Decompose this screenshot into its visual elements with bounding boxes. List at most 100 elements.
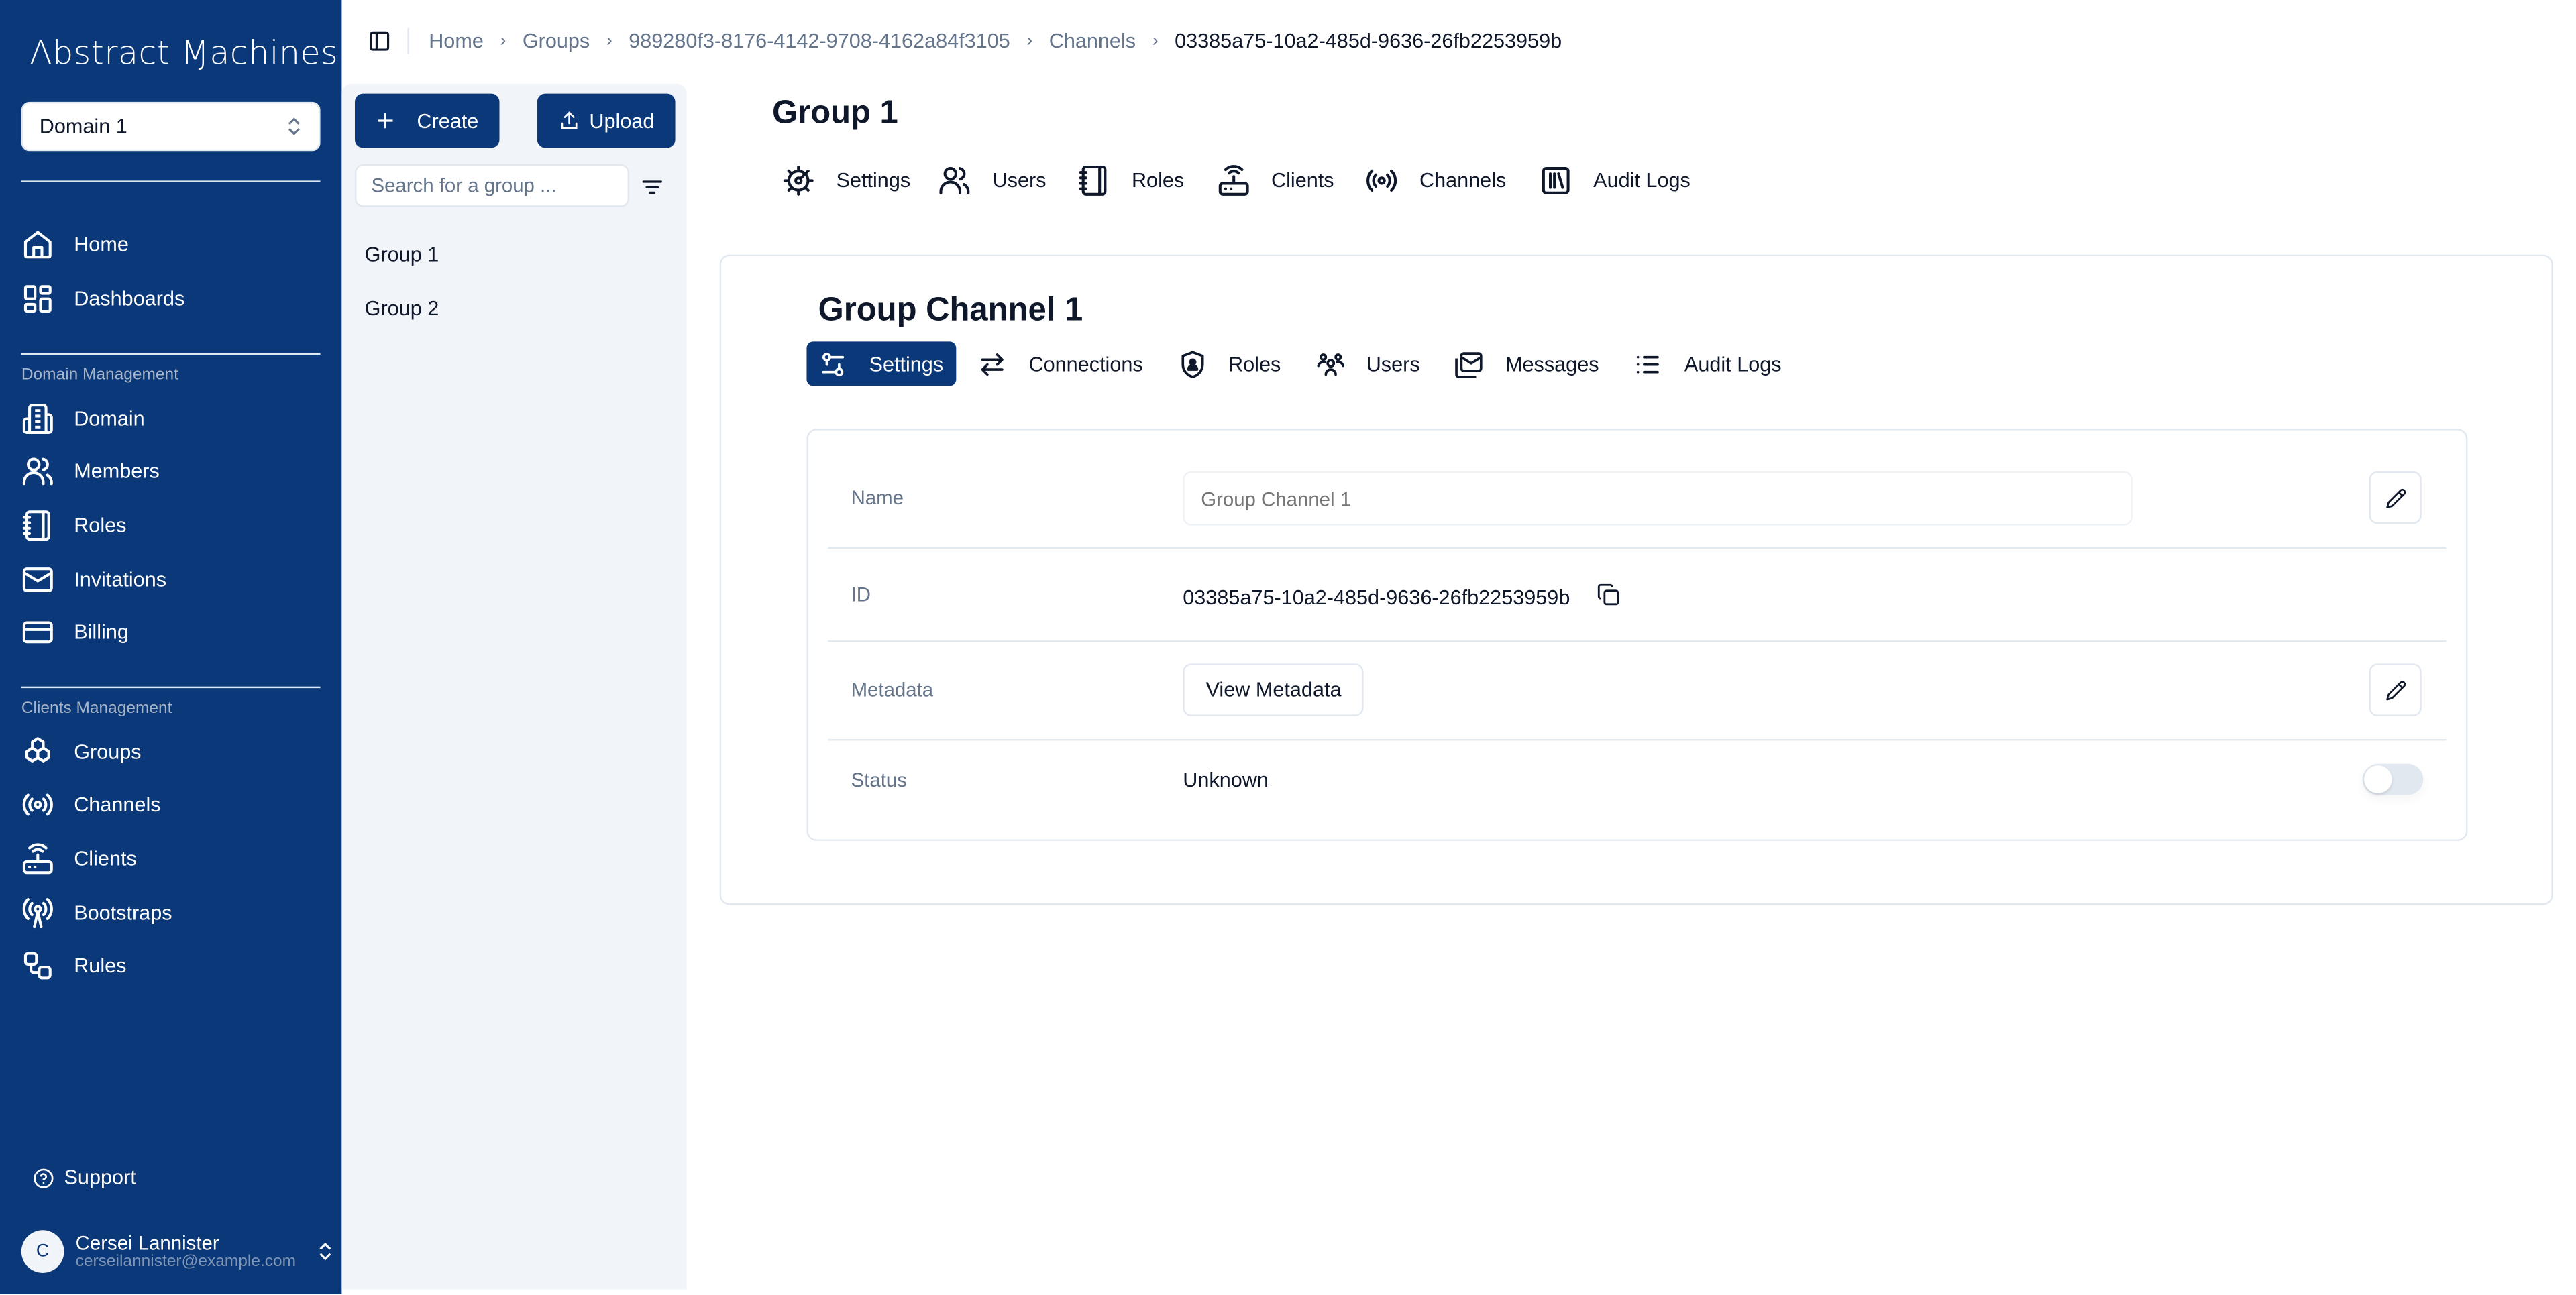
group-list-item[interactable]: Group 2 — [365, 297, 439, 320]
user-email: cerseilannister@example.com — [75, 1252, 297, 1271]
tab-audit-logs[interactable]: Audit Logs — [1539, 164, 1690, 197]
field-label: ID — [851, 583, 871, 606]
sidebar-item-home[interactable]: Home — [21, 223, 321, 266]
list-icon — [1633, 349, 1663, 378]
sidebar-item-channels[interactable]: Channels — [21, 783, 321, 826]
sidebar-item-label: Billing — [74, 620, 129, 644]
tab-label: Audit Logs — [1684, 352, 1782, 376]
chevron-right-icon: › — [500, 31, 506, 51]
tab-label: Clients — [1271, 169, 1334, 192]
sliders-icon — [818, 349, 848, 378]
sidebar-item-dashboards[interactable]: Dashboards — [21, 278, 321, 321]
tab-label: Users — [1366, 352, 1420, 376]
router-icon — [21, 842, 54, 875]
breadcrumb-groups[interactable]: Groups — [523, 30, 590, 52]
sidebar-item-invitations[interactable]: Invitations — [21, 559, 321, 602]
group-list-item[interactable]: Group 1 — [365, 243, 439, 266]
sidebar-item-bootstraps[interactable]: Bootstraps — [21, 892, 321, 935]
sidebar-item-clients[interactable]: Clients — [21, 838, 321, 881]
mail-inbox-icon — [1454, 349, 1484, 378]
channel-tab-users[interactable]: Users — [1304, 341, 1434, 386]
breadcrumb-home[interactable]: Home — [429, 30, 484, 52]
sidebar-item-label: Domain — [74, 407, 145, 431]
channel-tab-messages[interactable]: Messages — [1443, 341, 1612, 386]
broadcast-icon — [21, 789, 54, 822]
page-title: Group 1 — [772, 95, 898, 131]
sidebar-item-label: Clients — [74, 847, 137, 870]
user-menu[interactable]: C Cersei Lannister cerseilannister@examp… — [21, 1229, 333, 1275]
tab-settings[interactable]: Settings — [782, 164, 910, 197]
breadcrumb-channels[interactable]: Channels — [1049, 30, 1136, 52]
sidebar-item-label: Roles — [74, 514, 127, 537]
sidebar-item-label: Home — [74, 233, 129, 257]
notebook-icon — [1077, 164, 1110, 197]
toggle-knob — [2364, 765, 2392, 793]
mail-icon — [21, 563, 54, 596]
upload-button[interactable]: Upload — [537, 93, 676, 148]
tab-users[interactable]: Users — [938, 164, 1046, 197]
channel-name-input[interactable] — [1183, 471, 2133, 526]
tab-label: Messages — [1505, 352, 1599, 376]
pencil-icon — [2385, 679, 2406, 701]
pencil-icon — [2385, 487, 2406, 508]
users-icon — [938, 164, 971, 197]
domain-selector[interactable]: Domain 1 — [21, 101, 321, 152]
copy-icon[interactable] — [1597, 583, 1619, 606]
users-group-icon — [1316, 349, 1345, 378]
channel-tab-roles[interactable]: Roles — [1166, 341, 1294, 386]
chevrons-up-down-icon — [317, 1241, 333, 1261]
breadcrumb-channel-id: 03385a75-10a2-485d-9636-26fb2253959b — [1175, 30, 1562, 53]
filter-icon[interactable] — [639, 174, 665, 201]
shield-user-icon — [1177, 349, 1207, 378]
status-toggle[interactable] — [2362, 763, 2424, 795]
tab-roles[interactable]: Roles — [1077, 164, 1184, 197]
sidebar-item-label: Groups — [74, 740, 142, 764]
channel-tab-connections[interactable]: Connections — [966, 341, 1156, 386]
sidebar-item-billing[interactable]: Billing — [21, 611, 321, 654]
sidebar-divider — [21, 353, 321, 355]
app-root: Λbstract Ɱachines Domain 1 Home Dashboar… — [0, 0, 2576, 1294]
building-icon — [21, 402, 54, 435]
sidebar-item-domain[interactable]: Domain — [21, 398, 321, 441]
tab-label: Settings — [869, 352, 944, 376]
sidebar-divider — [21, 180, 321, 182]
tab-clients[interactable]: Clients — [1217, 164, 1334, 197]
tab-label: Users — [992, 169, 1046, 192]
channel-settings-table: Name ID 03385a75-10a2-485d-9636-26fb2253… — [806, 429, 2468, 841]
chevron-right-icon: › — [1026, 31, 1033, 51]
brand-logo: Λbstract Ɱachines — [30, 32, 339, 72]
tab-label: Audit Logs — [1593, 169, 1690, 192]
create-button[interactable]: Create — [354, 93, 500, 148]
sidebar-item-roles[interactable]: Roles — [21, 504, 321, 547]
view-metadata-button[interactable]: View Metadata — [1183, 663, 1364, 716]
toolbar-divider — [407, 27, 409, 54]
support-link[interactable]: Support — [33, 1166, 136, 1189]
sidebar-item-label: Channels — [74, 793, 161, 817]
sidebar-toggle-icon[interactable] — [368, 30, 391, 52]
sidebar-item-members[interactable]: Members — [21, 450, 321, 493]
channel-tab-audit-logs[interactable]: Audit Logs — [1622, 341, 1794, 386]
breadcrumb-group-id[interactable]: 989280f3-8176-4142-9708-4162a84f3105 — [629, 30, 1010, 52]
dashboard-icon — [21, 282, 54, 315]
breadcrumb: Home › Groups › 989280f3-8176-4142-9708-… — [429, 30, 1562, 52]
sidebar-item-rules[interactable]: Rules — [21, 944, 321, 987]
group-search-input[interactable] — [354, 164, 629, 207]
tab-channels[interactable]: Channels — [1365, 164, 1506, 197]
sidebar-divider — [21, 686, 321, 689]
workflow-icon — [21, 950, 54, 982]
router-icon — [1217, 164, 1250, 197]
field-label: Name — [851, 486, 904, 510]
user-name: Cersei Lannister — [75, 1231, 219, 1254]
sidebar-item-label: Members — [74, 459, 160, 484]
chevron-right-icon: › — [606, 31, 612, 51]
edit-metadata-button[interactable] — [2369, 663, 2422, 716]
antenna-icon — [21, 897, 54, 930]
home-icon — [21, 228, 54, 261]
library-icon — [1539, 164, 1572, 197]
sidebar-item-groups[interactable]: Groups — [21, 731, 321, 774]
upload-icon — [558, 110, 580, 131]
channel-tab-settings[interactable]: Settings — [806, 341, 957, 386]
status-value: Unknown — [1183, 769, 1269, 792]
edit-name-button[interactable] — [2369, 471, 2422, 524]
credit-card-icon — [21, 616, 54, 649]
